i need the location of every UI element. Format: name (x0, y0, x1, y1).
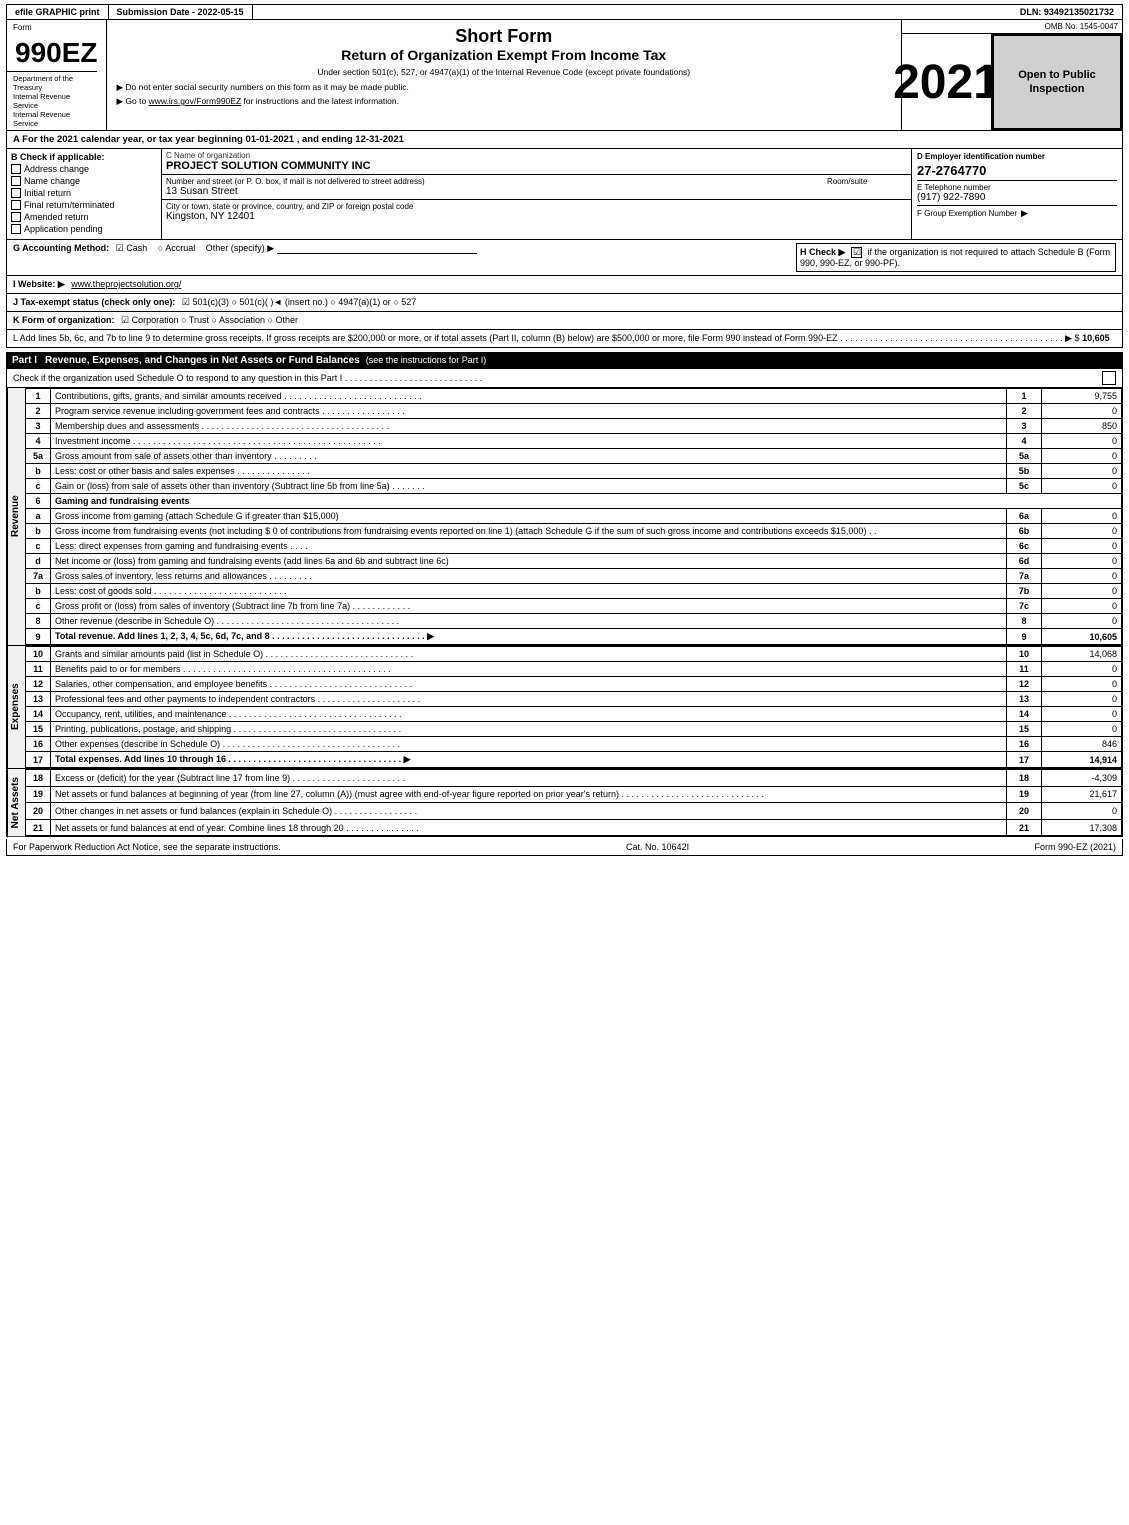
city-label: City or town, state or province, country… (166, 202, 907, 211)
omb-number: OMB No. 1545-0047 (902, 20, 1122, 34)
address-label: Number and street (or P. O. box, if mail… (166, 177, 817, 186)
table-row: c Gross profit or (loss) from sales of i… (26, 599, 1122, 614)
website-url[interactable]: www.theprojectsolution.org/ (71, 279, 181, 289)
table-row: b Gross income from fundraising events (… (26, 524, 1122, 539)
revenue-section-label: Revenue (7, 388, 25, 645)
checkbox-name[interactable] (11, 176, 21, 186)
table-row: 9 Total revenue. Add lines 1, 2, 3, 4, 5… (26, 629, 1122, 645)
table-row: 6 Gaming and fundraising events (26, 494, 1122, 509)
phone-value: (917) 922-7890 (917, 192, 1117, 203)
checkbox-amended[interactable] (11, 212, 21, 222)
check-address-change: Address change (11, 164, 157, 174)
table-row: 16 Other expenses (describe in Schedule … (26, 737, 1122, 752)
form-of-org-row: K Form of organization: ☑ Corporation ○ … (6, 312, 1123, 330)
table-row: 5a Gross amount from sale of assets othe… (26, 449, 1122, 464)
address-change-label: Address change (24, 164, 89, 174)
phone-label: E Telephone number (917, 183, 1117, 192)
paperwork-notice: For Paperwork Reduction Act Notice, see … (13, 842, 281, 852)
city-value: Kingston, NY 12401 (166, 211, 907, 222)
table-row: 3 Membership dues and assessments . . . … (26, 419, 1122, 434)
form-number: 990EZ (7, 35, 106, 71)
table-row: d Net income or (loss) from gaming and f… (26, 554, 1122, 569)
check-final-return: Final return/terminated (11, 200, 157, 210)
line-l-row: L Add lines 5b, 6c, and 7b to line 9 to … (6, 330, 1123, 348)
tax-exempt-row: J Tax-exempt status (check only one): ☑ … (6, 294, 1123, 312)
check-amended-return: Amended return (11, 212, 157, 222)
application-pending-label: Application pending (24, 224, 103, 234)
table-row: b Less: cost or other basis and sales ex… (26, 464, 1122, 479)
section-g: G Accounting Method: ☑ Cash ○ Accrual Ot… (13, 243, 786, 254)
table-row: 13 Professional fees and other payments … (26, 692, 1122, 707)
form-label: Form (7, 20, 106, 35)
final-return-label: Final return/terminated (24, 200, 115, 210)
table-row: 1 Contributions, gifts, grants, and simi… (26, 389, 1122, 404)
irs-link: ▶ Go to www.irs.gov/Form990EZ for instru… (117, 96, 892, 107)
table-row: 11 Benefits paid to or for members . . .… (26, 662, 1122, 677)
open-to-public: Open to Public Inspection (992, 34, 1122, 130)
ein-label: D Employer identification number (917, 152, 1117, 161)
check-application-pending: Application pending (11, 224, 157, 234)
table-row: 19 Net assets or fund balances at beginn… (26, 786, 1122, 803)
net-assets-section-label: Net Assets (7, 769, 25, 836)
checkbox-address[interactable] (11, 164, 21, 174)
org-name-label: C Name of organization (166, 151, 907, 160)
form-subtitle: Return of Organization Exempt From Incom… (117, 47, 892, 63)
page: efile GRAPHIC print Submission Date - 20… (0, 0, 1129, 860)
table-row: 8 Other revenue (describe in Schedule O)… (26, 614, 1122, 629)
check-name-change: Name change (11, 176, 157, 186)
table-row: 21 Net assets or fund balances at end of… (26, 819, 1122, 836)
efile-label: efile GRAPHIC print (7, 5, 109, 19)
check-initial-return: Initial return (11, 188, 157, 198)
form-ref: Form 990-EZ (2021) (1034, 842, 1116, 852)
form-year: 2021 (902, 34, 992, 130)
part1-header: Part I Revenue, Expenses, and Changes in… (6, 352, 1123, 369)
cat-no: Cat. No. 10642I (626, 842, 689, 852)
dept-info: Department of the Treasury Internal Reve… (7, 71, 97, 130)
table-row: a Gross income from gaming (attach Sched… (26, 509, 1122, 524)
irs-url[interactable]: www.irs.gov/Form990EZ (149, 96, 242, 106)
under-section: Under section 501(c), 527, or 4947(a)(1)… (117, 67, 892, 77)
address-value: 13 Susan Street (166, 186, 817, 197)
table-row: 12 Salaries, other compensation, and emp… (26, 677, 1122, 692)
checkbox-initial[interactable] (11, 188, 21, 198)
part1-check-row: Check if the organization used Schedule … (6, 369, 1123, 388)
table-row: 14 Occupancy, rent, utilities, and maint… (26, 707, 1122, 722)
section-a: A For the 2021 calendar year, or tax yea… (6, 131, 1123, 149)
footer: For Paperwork Reduction Act Notice, see … (6, 839, 1123, 856)
website-row: I Website: ▶ www.theprojectsolution.org/ (6, 276, 1123, 294)
dln: DLN: 93492135021732 (1012, 5, 1122, 19)
initial-return-label: Initial return (24, 188, 71, 198)
section-b-label: B Check if applicable: (11, 152, 157, 162)
expenses-section-label: Expenses (7, 646, 25, 768)
checkbox-application[interactable] (11, 224, 21, 234)
table-row: 4 Investment income . . . . . . . . . . … (26, 434, 1122, 449)
table-row: 18 Excess or (deficit) for the year (Sub… (26, 770, 1122, 787)
name-change-label: Name change (24, 176, 80, 186)
section-h: H Check ▶ ☑ if the organization is not r… (796, 243, 1116, 272)
table-row: c Less: direct expenses from gaming and … (26, 539, 1122, 554)
table-row: b Less: cost of goods sold . . . . . . .… (26, 584, 1122, 599)
submission-date: Submission Date - 2022-05-15 (109, 5, 253, 19)
ssn-notice: ▶ Do not enter social security numbers o… (117, 82, 892, 93)
table-row: c Gain or (loss) from sale of assets oth… (26, 479, 1122, 494)
form-title: Short Form (117, 26, 892, 47)
ein-value: 27-2764770 (917, 163, 1117, 178)
org-name: PROJECT SOLUTION COMMUNITY INC (166, 160, 907, 172)
table-row: 10 Grants and similar amounts paid (list… (26, 647, 1122, 662)
group-exemption-label: F Group Exemption Number (917, 209, 1017, 218)
room-label: Room/suite (827, 177, 907, 186)
table-row: 15 Printing, publications, postage, and … (26, 722, 1122, 737)
group-exemption-arrow: ▶ (1021, 208, 1028, 219)
table-row: 20 Other changes in net assets or fund b… (26, 803, 1122, 820)
checkbox-final[interactable] (11, 200, 21, 210)
table-row: 17 Total expenses. Add lines 10 through … (26, 752, 1122, 768)
amended-return-label: Amended return (24, 212, 89, 222)
table-row: 2 Program service revenue including gove… (26, 404, 1122, 419)
table-row: 7a Gross sales of inventory, less return… (26, 569, 1122, 584)
